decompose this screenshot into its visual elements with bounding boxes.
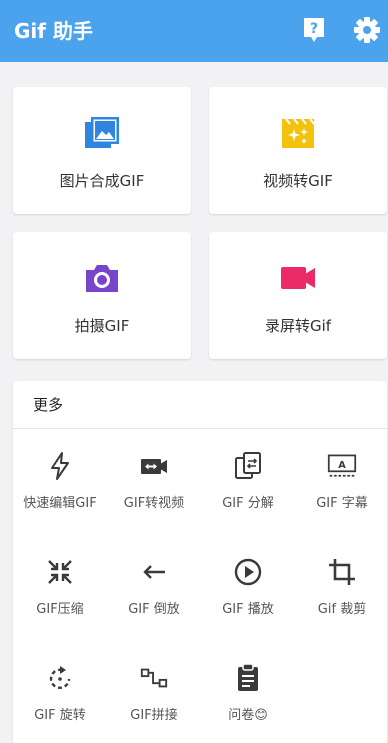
tool-label: Gif 裁剪 (317, 602, 367, 617)
card-label: 视频转GIF (263, 172, 333, 190)
more-title: 更多 (33, 396, 64, 414)
record-video-icon (280, 260, 316, 296)
help-button[interactable]: ? (299, 15, 329, 45)
play-icon (233, 557, 263, 587)
tool-gif-subtitle[interactable]: A GIF 字幕 (295, 451, 388, 551)
video-icon (280, 115, 316, 151)
survey-icon (233, 663, 263, 693)
tool-gif-compress[interactable]: GIF压缩 (13, 557, 107, 657)
tool-gif-crop[interactable]: Gif 裁剪 (295, 557, 388, 657)
subtitle-icon: A (327, 451, 357, 481)
tool-label: GIF拼接 (130, 708, 178, 723)
tool-label: GIF压缩 (36, 602, 84, 617)
tool-gif-join[interactable]: GIF拼接 (107, 663, 201, 743)
tool-label: GIF 分解 (222, 496, 274, 511)
tool-label: GIF 播放 (222, 602, 274, 617)
tool-gif-play[interactable]: GIF 播放 (201, 557, 295, 657)
tool-label: GIF 字幕 (316, 496, 368, 511)
card-label: 图片合成GIF (59, 172, 145, 190)
rotate-icon (45, 663, 75, 693)
crop-icon (327, 557, 357, 587)
tool-label: GIF 倒放 (128, 602, 180, 617)
card-capture-gif[interactable]: 拍摄GIF (13, 232, 191, 359)
card-label: 录屏转Gif (264, 317, 332, 335)
tool-label: GIF 旋转 (34, 708, 86, 723)
svg-text:?: ? (310, 21, 318, 37)
compress-icon (45, 557, 75, 587)
convert-video-icon (139, 451, 169, 481)
join-icon (139, 663, 169, 693)
help-icon: ? (304, 18, 324, 42)
split-icon (233, 451, 263, 481)
flash-icon (45, 451, 75, 481)
tool-label: 快速编辑GIF (23, 496, 97, 511)
tool-label: GIF转视频 (123, 496, 185, 511)
tool-label: 问卷😊 (228, 708, 268, 723)
app-bar: Gif 助手 ? (0, 0, 388, 62)
tool-survey[interactable]: 问卷😊 (201, 663, 295, 743)
card-label: 拍摄GIF (74, 317, 130, 335)
tool-gif-reverse[interactable]: GIF 倒放 (107, 557, 201, 657)
reverse-icon (139, 557, 169, 587)
camera-icon (84, 260, 120, 296)
divider (13, 428, 387, 429)
tool-gif-to-video[interactable]: GIF转视频 (107, 451, 201, 551)
settings-button[interactable] (352, 15, 382, 45)
app-title: Gif 助手 (14, 19, 93, 43)
card-video-to-gif[interactable]: 视频转GIF (209, 87, 387, 214)
image-icon (84, 115, 120, 151)
card-images-to-gif[interactable]: 图片合成GIF (13, 87, 191, 214)
svg-text:A: A (338, 460, 346, 471)
card-screen-record-to-gif[interactable]: 录屏转Gif (209, 232, 387, 359)
more-tools-panel: 更多 快速编辑GIF GIF转视频 GIF 分解 A GIF 字幕 GIF压缩 … (13, 381, 387, 743)
tool-gif-split[interactable]: GIF 分解 (201, 451, 295, 551)
settings-icon (354, 17, 380, 43)
tool-quick-edit-gif[interactable]: 快速编辑GIF (13, 451, 107, 551)
tool-gif-rotate[interactable]: GIF 旋转 (13, 663, 107, 743)
